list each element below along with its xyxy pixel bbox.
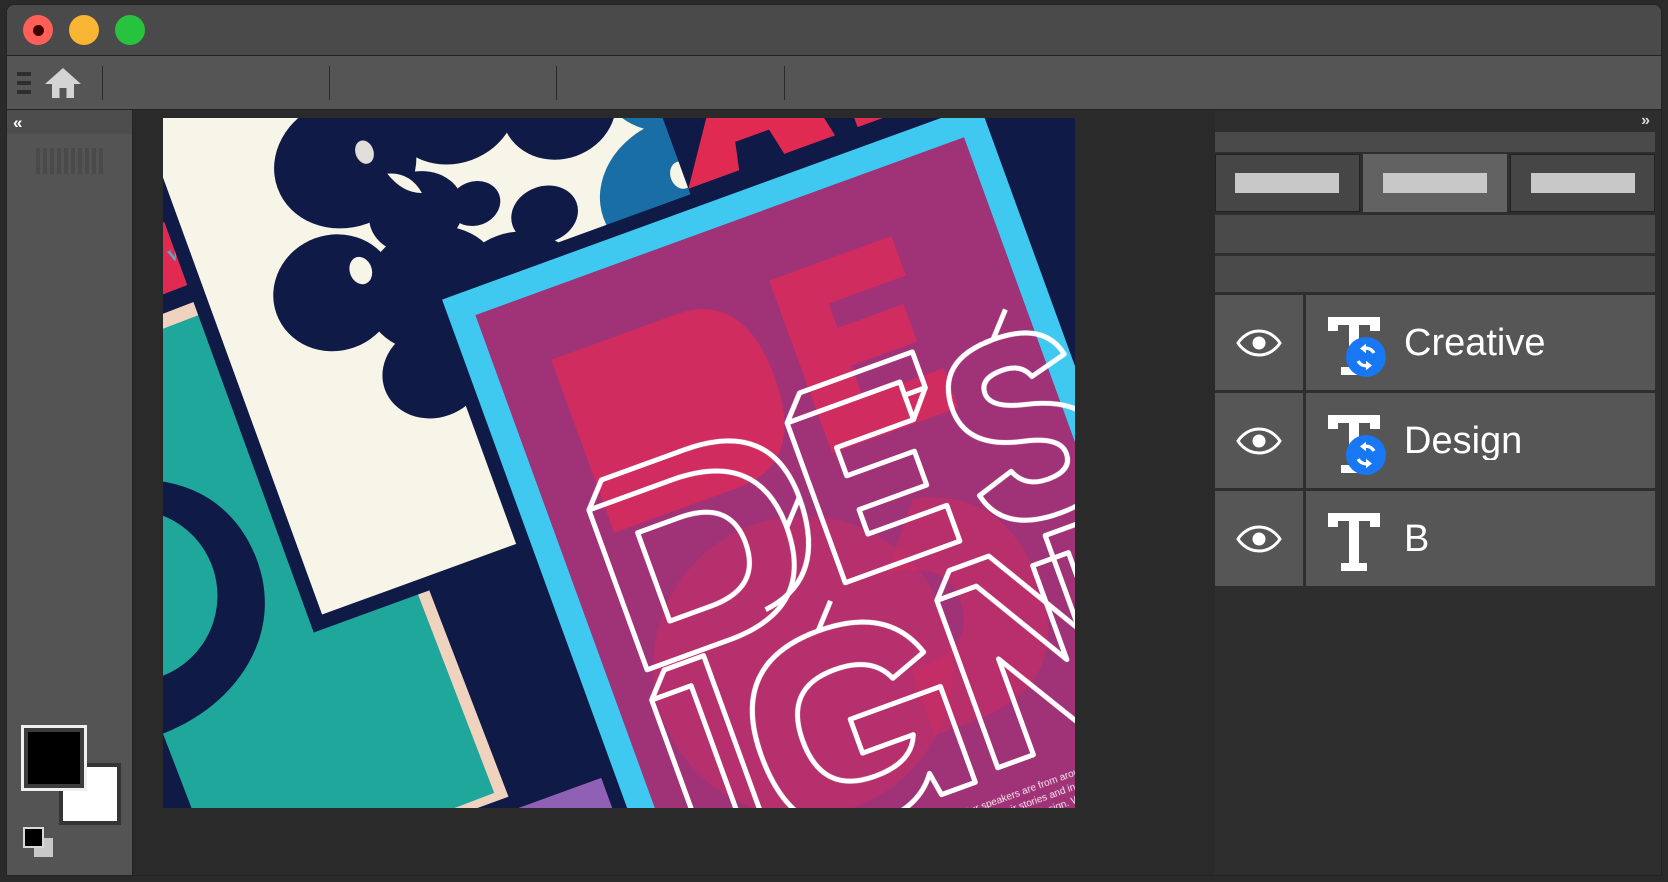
layer-name: Creative: [1404, 324, 1546, 362]
panel-tab-2-label: [1383, 173, 1487, 193]
color-swatch-group: [21, 725, 125, 829]
tools-sidebar: «: [7, 110, 133, 875]
maximize-window-button[interactable]: [115, 15, 145, 45]
panel-tabs: [1215, 154, 1655, 212]
document-canvas[interactable]: EH WHILE SUP: [163, 118, 1075, 808]
layers-list: Creative: [1215, 295, 1655, 586]
workspace: «: [6, 110, 1662, 876]
layer-name: Design: [1404, 422, 1522, 460]
options-toolbar: [6, 56, 1662, 110]
close-window-button[interactable]: [23, 15, 53, 45]
layer-thumbnail[interactable]: [1320, 309, 1388, 377]
table-row[interactable]: Design: [1215, 393, 1655, 488]
panel-tab-1[interactable]: [1215, 154, 1360, 212]
toolbar-option-group-2[interactable]: [330, 63, 556, 103]
eye-icon: [1236, 426, 1282, 456]
window-controls: [23, 15, 145, 45]
default-foreground-swatch: [23, 827, 44, 848]
canvas-area[interactable]: EH WHILE SUP: [133, 110, 1215, 875]
layer-thumbnail[interactable]: [1320, 505, 1388, 573]
table-row[interactable]: B: [1215, 491, 1655, 586]
sync-icon: [1346, 337, 1386, 377]
layer-entry[interactable]: Creative: [1306, 295, 1655, 390]
toolbar-option-group-4[interactable]: [785, 63, 1661, 103]
toolbar-option-group-3[interactable]: [557, 63, 784, 103]
blend-mode-strip[interactable]: [1215, 256, 1655, 292]
layer-name: B: [1404, 520, 1429, 558]
sync-icon: [1346, 435, 1386, 475]
minimize-window-button[interactable]: [69, 15, 99, 45]
default-colors-button[interactable]: [23, 827, 53, 857]
dock-title-strip: [1215, 132, 1655, 152]
panel-tab-3[interactable]: [1510, 154, 1655, 212]
layer-entry[interactable]: Design: [1306, 393, 1655, 488]
panel-tab-2[interactable]: [1363, 154, 1508, 212]
sidebar-collapse-row[interactable]: «: [7, 110, 132, 134]
layer-visibility-toggle[interactable]: [1215, 295, 1303, 390]
chevron-double-left-icon[interactable]: «: [13, 114, 21, 131]
eye-icon: [1236, 328, 1282, 358]
text-layer-icon: [1320, 505, 1388, 573]
layer-thumbnail[interactable]: [1320, 407, 1388, 475]
vertical-grip-icon[interactable]: [36, 148, 104, 174]
poster-collage-artwork: EH WHILE SUP: [163, 118, 1075, 808]
foreground-color-swatch[interactable]: [21, 725, 87, 791]
panel-tab-1-label: [1235, 173, 1339, 193]
hamburger-menu-icon[interactable]: [11, 72, 37, 94]
panel-tab-3-label: [1531, 173, 1635, 193]
application-window: «: [0, 0, 1668, 882]
chevron-double-right-icon[interactable]: »: [1641, 113, 1649, 129]
layer-visibility-toggle[interactable]: [1215, 393, 1303, 488]
layer-filter-strip[interactable]: [1215, 215, 1655, 253]
layer-visibility-toggle[interactable]: [1215, 491, 1303, 586]
table-row[interactable]: Creative: [1215, 295, 1655, 390]
toolbar-option-group-1[interactable]: [103, 63, 329, 103]
layer-entry[interactable]: B: [1306, 491, 1655, 586]
home-icon[interactable]: [41, 63, 85, 103]
dock-expand-row[interactable]: »: [1215, 110, 1655, 132]
panels-dock: »: [1215, 110, 1661, 875]
eye-icon: [1236, 524, 1282, 554]
title-bar: [6, 4, 1662, 56]
